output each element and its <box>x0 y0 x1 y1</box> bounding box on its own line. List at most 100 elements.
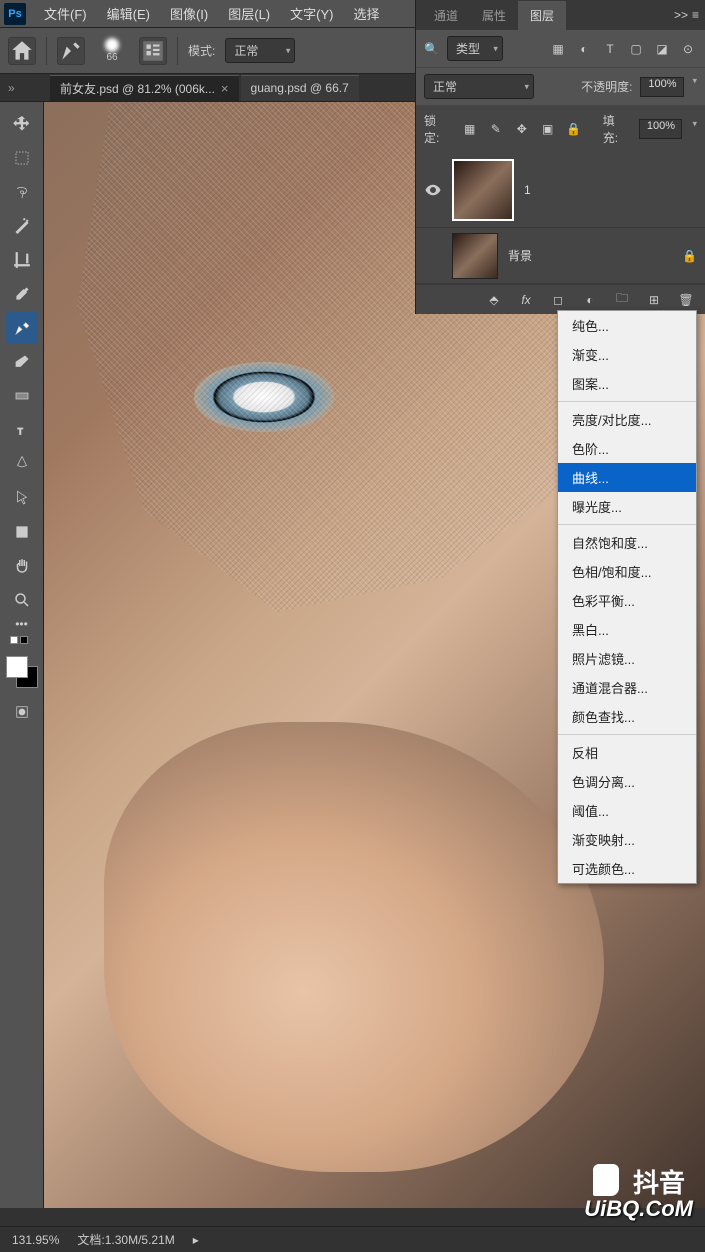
uibq-watermark: UiBQ.CoM <box>584 1196 693 1222</box>
quickmask-tool[interactable] <box>6 696 38 728</box>
filter-type-dropdown[interactable]: 类型▾ <box>447 36 503 61</box>
menu-item[interactable]: 亮度/对比度... <box>558 405 696 434</box>
menu-item[interactable]: 曝光度... <box>558 492 696 521</box>
layer-thumbnail[interactable] <box>452 233 498 279</box>
menu-item[interactable]: 反相 <box>558 738 696 767</box>
menu-item[interactable]: 黑白... <box>558 615 696 644</box>
new-layer-icon[interactable]: ⊞ <box>645 291 663 309</box>
brush-preview[interactable]: 66 <box>95 34 129 68</box>
menu-file[interactable]: 文件(F) <box>34 0 97 27</box>
more-tools[interactable]: ••• <box>6 618 38 630</box>
tab-properties[interactable]: 属性 <box>470 1 518 30</box>
adjustment-icon[interactable]: ◐ <box>581 291 599 309</box>
wand-tool[interactable] <box>6 210 38 242</box>
fx-icon[interactable]: fx <box>517 291 535 309</box>
shape-tool[interactable] <box>6 516 38 548</box>
lock-all-icon[interactable]: 🔒 <box>565 120 583 138</box>
brush-tool[interactable] <box>6 312 38 344</box>
expand-icon[interactable]: >> <box>674 8 688 22</box>
foreground-color[interactable] <box>6 656 28 678</box>
group-icon[interactable]: 🗀 <box>613 291 631 309</box>
link-icon[interactable]: ⬘ <box>485 291 503 309</box>
menu-item[interactable]: 可选颜色... <box>558 854 696 883</box>
lock-trans-icon[interactable]: ▦ <box>461 120 479 138</box>
lock-icon: 🔒 <box>682 249 697 263</box>
lasso-tool[interactable] <box>6 176 38 208</box>
filter-pixel-icon[interactable]: ▦ <box>549 40 567 58</box>
type-tool[interactable]: T <box>6 414 38 446</box>
app-logo: Ps <box>4 3 26 25</box>
tab-layers[interactable]: 图层 <box>518 1 566 30</box>
eraser-tool[interactable] <box>6 346 38 378</box>
menu-item[interactable]: 色相/饱和度... <box>558 557 696 586</box>
layer-item[interactable]: 背景 🔒 <box>416 228 705 284</box>
lock-paint-icon[interactable]: ✎ <box>487 120 505 138</box>
pen-tool[interactable] <box>6 448 38 480</box>
close-icon[interactable]: × <box>221 81 229 96</box>
menu-select[interactable]: 选择 <box>343 0 389 27</box>
menu-type[interactable]: 文字(Y) <box>280 0 343 27</box>
separator <box>558 524 696 525</box>
lock-artboard-icon[interactable]: ▣ <box>539 120 557 138</box>
tool-preset-icon[interactable] <box>57 37 85 65</box>
menu-layer[interactable]: 图层(L) <box>218 0 280 27</box>
layer-name[interactable]: 1 <box>524 183 531 197</box>
menu-item[interactable]: 曲线... <box>558 463 696 492</box>
panel-menu-icon[interactable]: ≡ <box>692 8 699 22</box>
menu-image[interactable]: 图像(I) <box>160 0 218 27</box>
swap-colors-icon[interactable] <box>10 636 34 648</box>
menu-item[interactable]: 纯色... <box>558 311 696 340</box>
menu-item[interactable]: 通道混合器... <box>558 673 696 702</box>
filter-type-icon[interactable]: T <box>601 40 619 58</box>
tab-document-1[interactable]: 前女友.psd @ 81.2% (006k... × <box>50 75 239 101</box>
menu-item[interactable]: 渐变映射... <box>558 825 696 854</box>
eyedropper-tool[interactable] <box>6 278 38 310</box>
marquee-tool[interactable] <box>6 142 38 174</box>
menu-item[interactable]: 色调分离... <box>558 767 696 796</box>
blend-mode-dropdown[interactable]: 正常▾ <box>225 38 295 63</box>
home-icon[interactable] <box>8 37 36 65</box>
layer-name[interactable]: 背景 <box>508 247 532 264</box>
filter-adjust-icon[interactable]: ◐ <box>575 40 593 58</box>
doc-value: 1.30M/5.21M <box>105 1233 175 1247</box>
move-tool[interactable] <box>6 108 38 140</box>
color-swatch[interactable] <box>6 656 38 688</box>
menu-item[interactable]: 色彩平衡... <box>558 586 696 615</box>
menu-item[interactable]: 照片滤镜... <box>558 644 696 673</box>
delete-icon[interactable]: 🗑 <box>677 291 695 309</box>
menu-item[interactable]: 自然饱和度... <box>558 528 696 557</box>
tab-channels[interactable]: 通道 <box>422 1 470 30</box>
filter-toggle-icon[interactable]: ⊙ <box>679 40 697 58</box>
tab-document-2[interactable]: guang.psd @ 66.7 <box>241 75 359 101</box>
gradient-tool[interactable] <box>6 380 38 412</box>
lock-pos-icon[interactable]: ✥ <box>513 120 531 138</box>
visibility-icon[interactable] <box>424 181 442 199</box>
crop-tool[interactable] <box>6 244 38 276</box>
visibility-icon[interactable] <box>424 247 442 265</box>
separator <box>558 734 696 735</box>
path-select-tool[interactable] <box>6 482 38 514</box>
chevron-right-icon[interactable]: ▸ <box>193 1233 199 1247</box>
hand-tool[interactable] <box>6 550 38 582</box>
filter-shape-icon[interactable]: ▢ <box>627 40 645 58</box>
menu-item[interactable]: 色阶... <box>558 434 696 463</box>
lock-row: 锁定: ▦ ✎ ✥ ▣ 🔒 填充: 100% ▾ <box>416 106 705 152</box>
menu-item[interactable]: 图案... <box>558 369 696 398</box>
menu-edit[interactable]: 编辑(E) <box>97 0 160 27</box>
layer-thumbnail[interactable] <box>452 159 514 221</box>
layer-blend-dropdown[interactable]: 正常▾ <box>424 74 534 99</box>
layer-item[interactable]: 1 <box>416 152 705 228</box>
brush-settings-icon[interactable] <box>139 37 167 65</box>
menu-item[interactable]: 颜色查找... <box>558 702 696 731</box>
search-icon[interactable]: 🔍 <box>424 42 439 56</box>
menu-item[interactable]: 阈值... <box>558 796 696 825</box>
layers-list: 1 背景 🔒 <box>416 152 705 284</box>
filter-smart-icon[interactable]: ◪ <box>653 40 671 58</box>
zoom-tool[interactable] <box>6 584 38 616</box>
fill-input[interactable]: 100% <box>639 119 682 139</box>
mask-icon[interactable]: ◻ <box>549 291 567 309</box>
menu-item[interactable]: 渐变... <box>558 340 696 369</box>
zoom-value[interactable]: 131.95% <box>12 1233 59 1247</box>
panel-toggle-icon[interactable]: » <box>8 81 15 95</box>
opacity-input[interactable]: 100% <box>640 77 684 97</box>
